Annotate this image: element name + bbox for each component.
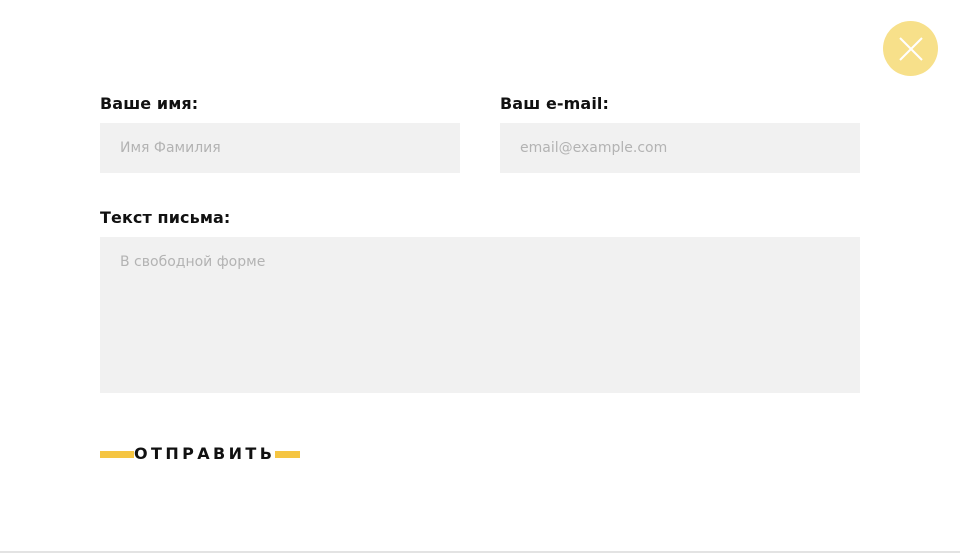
close-button[interactable] xyxy=(883,21,938,76)
contact-form-modal: Ваше имя: Ваш e-mail: Текст письма: ОТПР… xyxy=(0,0,960,553)
name-label: Ваше имя: xyxy=(100,94,199,113)
message-label: Текст письма: xyxy=(100,208,231,227)
email-input[interactable] xyxy=(500,123,860,173)
message-textarea[interactable] xyxy=(100,237,860,393)
submit-button[interactable]: ОТПРАВИТЬ xyxy=(100,440,300,468)
close-icon xyxy=(898,36,923,61)
email-label: Ваш e-mail: xyxy=(500,94,609,113)
submit-button-label: ОТПРАВИТЬ xyxy=(134,443,276,465)
name-input[interactable] xyxy=(100,123,460,173)
